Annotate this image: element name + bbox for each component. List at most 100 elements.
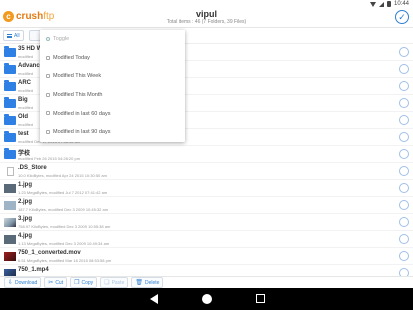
menu-item-label: Modified This Month	[53, 92, 103, 99]
recent-apps-icon[interactable]	[256, 294, 265, 303]
menu-item-label: Modified This Week	[53, 73, 102, 80]
calendar-icon	[46, 74, 50, 79]
android-nav-bar	[0, 288, 413, 310]
copy-button[interactable]: ❐ Copy	[70, 277, 98, 288]
toggle-radio-icon	[46, 37, 50, 41]
thumbnail-image	[4, 269, 16, 276]
copy-icon: ❐	[74, 279, 80, 286]
file-meta: modified Feb 26 2015 04:28:20 pm	[18, 156, 81, 161]
menu-item-toggle[interactable]: Toggle	[40, 30, 185, 49]
filter-button[interactable]: All	[3, 30, 24, 41]
file-row[interactable]: 750_1_converted.mov 6.51 MegaBytes, modif…	[0, 248, 413, 265]
file-meta: 187.7 KiloBytes, modified Dec 3 2009 10:…	[18, 207, 109, 212]
file-meta: modified	[18, 122, 34, 127]
file-meta: 758.97 KiloBytes, modified Dec 3 2009 10…	[18, 224, 111, 229]
row-select-checkbox[interactable]	[399, 251, 409, 261]
app-screen: 10:44 c crushftp vipul Total items : 46 …	[0, 0, 413, 310]
row-select-checkbox[interactable]	[399, 234, 409, 244]
file-name: .DS_Store	[18, 165, 47, 171]
file-row[interactable]: 学校 modified Feb 26 2015 04:28:20 pm	[0, 146, 413, 163]
menu-item-modified-filter[interactable]: Modified in last 90 days	[40, 123, 185, 142]
file-row[interactable]: 1.jpg 1.23 MegaBytes, modified Jul 7 2012…	[0, 180, 413, 197]
file-meta: 1.23 MegaBytes, modified Jul 7 2012 07:4…	[18, 190, 108, 195]
filter-lines-icon	[7, 33, 12, 38]
file-row[interactable]: 4.jpg 1.13 MegaBytes, modified Dec 3 2009…	[0, 231, 413, 248]
delete-button[interactable]: 🗑 Delete	[131, 277, 164, 288]
row-select-checkbox[interactable]	[399, 183, 409, 193]
battery-icon	[386, 1, 391, 7]
row-select-checkbox[interactable]	[399, 217, 409, 227]
file-name: Big	[18, 97, 28, 103]
file-name: 3.jpg	[18, 216, 33, 222]
modified-filter-menu: Toggle Modified Today Modified This Week Mo…	[40, 30, 185, 142]
menu-item-label: Modified Today	[53, 54, 90, 61]
folder-icon	[4, 63, 16, 74]
action-bar: ⇩ Download ✂ Cut ❐ Copy ❏ Paste 🗑 Delete	[0, 276, 413, 288]
file-name: 35 HD W	[18, 46, 43, 52]
folder-icon	[4, 46, 16, 57]
file-name: 4.jpg	[18, 233, 33, 239]
menu-item-modified-filter[interactable]: Modified This Week	[40, 67, 185, 86]
cut-button[interactable]: ✂ Cut	[44, 277, 68, 288]
row-select-checkbox[interactable]	[399, 149, 409, 159]
folder-icon	[4, 131, 16, 142]
action-label: Paste	[111, 279, 125, 286]
filter-label: All	[14, 32, 20, 39]
thumbnail-image	[4, 252, 16, 261]
signal-icon	[378, 1, 384, 7]
file-name: ARC	[18, 80, 31, 86]
row-select-checkbox[interactable]	[399, 200, 409, 210]
action-label: Download	[15, 279, 38, 286]
thumbnail-image	[4, 218, 16, 227]
file-row[interactable]: 750_1.mp4	[0, 265, 413, 276]
thumbnail-image	[4, 184, 16, 193]
file-meta: modified	[18, 105, 34, 110]
delete-icon: 🗑	[135, 279, 143, 286]
row-select-checkbox[interactable]	[399, 268, 409, 276]
file-name: test	[18, 131, 29, 137]
file-row[interactable]: 3.jpg 758.97 KiloBytes, modified Dec 3 20…	[0, 214, 413, 231]
file-name: 2.jpg	[18, 199, 33, 205]
status-icons: 10:44	[369, 0, 409, 8]
file-meta: 10.0 KiloBytes, modified Apr 24 2015 10:…	[18, 173, 107, 178]
row-select-checkbox[interactable]	[399, 132, 409, 142]
calendar-icon	[46, 111, 50, 116]
thumbnail-image	[4, 235, 16, 244]
status-bar: 10:44	[0, 0, 413, 8]
file-row[interactable]: .DS_Store 10.0 KiloBytes, modified Apr 24…	[0, 163, 413, 180]
paste-button[interactable]: ❏ Paste	[100, 277, 129, 288]
row-select-checkbox[interactable]	[399, 98, 409, 108]
calendar-icon	[46, 92, 50, 97]
calendar-icon	[46, 55, 50, 60]
select-all-checkmark-icon[interactable]: ✓	[395, 10, 409, 24]
row-select-checkbox[interactable]	[399, 166, 409, 176]
file-name: 750_1.mp4	[18, 267, 49, 273]
document-icon	[7, 167, 14, 176]
row-select-checkbox[interactable]	[399, 81, 409, 91]
file-name: 1.jpg	[18, 182, 33, 188]
file-meta: 1.13 MegaBytes, modified Dec 3 2009 10:4…	[18, 241, 110, 246]
row-select-checkbox[interactable]	[399, 47, 409, 57]
folder-title: vipul	[195, 9, 217, 19]
row-select-checkbox[interactable]	[399, 115, 409, 125]
download-button[interactable]: ⇩ Download	[4, 277, 42, 288]
menu-item-modified-filter[interactable]: Modified This Month	[40, 86, 185, 105]
file-meta: 6.51 MegaBytes, modified Mar 16 2015 08:…	[18, 258, 112, 263]
folder-icon	[4, 114, 16, 125]
action-label: Delete	[144, 279, 160, 286]
file-row[interactable]: 2.jpg 187.7 KiloBytes, modified Dec 3 200…	[0, 197, 413, 214]
menu-item-label: Modified in last 90 days	[53, 129, 111, 136]
back-icon[interactable]	[150, 294, 158, 304]
folder-icon	[4, 97, 16, 108]
file-meta: modified	[18, 54, 34, 59]
home-icon[interactable]	[202, 294, 212, 304]
download-icon: ⇩	[8, 279, 14, 286]
calendar-icon	[46, 129, 50, 134]
cut-icon: ✂	[48, 279, 54, 286]
menu-item-modified-filter[interactable]: Modified Today	[40, 49, 185, 68]
item-count: Total items : 46 (7 Folders, 39 Files)	[166, 19, 247, 25]
action-label: Copy	[81, 279, 94, 286]
menu-item-modified-filter[interactable]: Modified in last 60 days	[40, 104, 185, 123]
row-select-checkbox[interactable]	[399, 64, 409, 74]
file-name: Old	[18, 114, 28, 120]
